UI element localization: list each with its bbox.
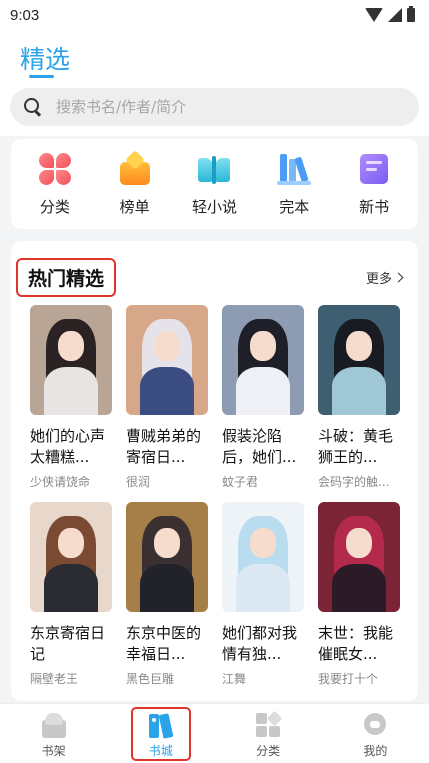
search-section: [0, 80, 429, 136]
book-card[interactable]: 假装沦陷后，她们... 蚊子君: [222, 305, 304, 490]
bookshelf-icon: [277, 152, 312, 186]
category-label: 轻小说: [191, 197, 237, 216]
book-cover: [30, 305, 112, 415]
nav-label: 我的: [363, 744, 388, 758]
category-fenlei[interactable]: 分类: [25, 152, 85, 217]
book-title: 她们的心声太糟糕...: [30, 427, 106, 466]
book-cover: [318, 305, 400, 415]
book-cover: [222, 502, 304, 612]
book-grid: 她们的心声太糟糕... 少侠请饶命 曹贼弟弟的寄宿日... 很润 假装沦陷后，她们...…: [30, 305, 402, 687]
section-header: 热门精选 更多: [16, 241, 404, 305]
profile-nav-icon: [362, 712, 388, 738]
book-cover: [222, 305, 304, 415]
search-icon: [24, 98, 42, 116]
more-label: 更多: [365, 271, 392, 287]
category-light-novel[interactable]: 轻小说: [184, 152, 244, 217]
section-title: 热门精选: [16, 257, 117, 297]
featured-section: 热门精选 更多 她们的心声太糟糕... 少侠请饶命 曹贼弟弟的寄宿日... 很润 假装沦…: [11, 241, 418, 701]
book-card[interactable]: 东京中医的幸福日... 黑色巨雕: [126, 502, 208, 687]
open-book-icon: [197, 152, 231, 186]
category-new-books[interactable]: 新书: [344, 152, 404, 217]
category-finished[interactable]: 完本: [264, 152, 324, 217]
flower-grid-icon: [38, 152, 72, 186]
bottom-nav: 书架 书城 分类 我的: [0, 703, 429, 763]
wifi-icon: [365, 8, 383, 22]
book-cover: [126, 305, 208, 415]
book-cover: [318, 502, 400, 612]
category-label: 完本: [279, 197, 310, 216]
category-label: 分类: [39, 197, 70, 216]
book-title: 假装沦陷后，她们...: [222, 427, 297, 466]
more-link[interactable]: 更多: [365, 268, 404, 287]
category-nav-icon: [255, 710, 283, 738]
ranking-icon: [118, 149, 152, 186]
status-icons: [365, 6, 415, 22]
category-label: 榜单: [119, 197, 150, 216]
book-cover: [126, 502, 208, 612]
book-author: 我要打十个: [318, 672, 379, 686]
nav-label: 书城: [148, 743, 173, 758]
bookstore-nav-icon: [148, 712, 174, 739]
header: 精选: [0, 30, 429, 80]
nav-category[interactable]: 分类: [238, 708, 298, 759]
book-title: 末世：我能催眠女...: [318, 624, 394, 663]
book-title: 曹贼弟弟的寄宿日...: [126, 427, 202, 466]
book-author: 黑色巨雕: [126, 672, 175, 686]
book-author: 江舞: [222, 672, 247, 686]
nav-bookstore[interactable]: 书城: [130, 706, 191, 761]
book-title: 东京寄宿日记: [30, 624, 106, 663]
search-input[interactable]: [56, 98, 356, 116]
nav-label: 分类: [256, 744, 281, 758]
book-author: 少侠请饶命: [30, 475, 91, 489]
nav-profile[interactable]: 我的: [345, 708, 405, 759]
book-card[interactable]: 斗破：黄毛狮王的... 会码字的触...: [318, 305, 400, 490]
category-label: 新书: [359, 197, 390, 216]
status-time: 9:03: [10, 6, 40, 24]
book-card[interactable]: 东京寄宿日记隔壁老王: [30, 502, 112, 687]
nav-bookshelf[interactable]: 书架: [24, 708, 84, 759]
book-title: 东京中医的幸福日...: [126, 624, 202, 663]
battery-icon: [407, 6, 415, 22]
search-bar[interactable]: [10, 88, 419, 126]
book-author: 隔壁老王: [30, 672, 79, 686]
book-card[interactable]: 曹贼弟弟的寄宿日... 很润: [126, 305, 208, 490]
chevron-right-icon: [393, 272, 404, 282]
book-author: 很润: [126, 475, 151, 489]
status-bar: 9:03: [0, 0, 429, 30]
category-shortcuts: 分类 榜单 轻小说 完本 新书: [11, 139, 418, 229]
signal-icon: [388, 8, 402, 22]
new-book-icon: [357, 152, 391, 186]
bookshelf-nav-icon: [41, 712, 67, 738]
book-author: 蚊子君: [222, 475, 259, 489]
nav-label: 书架: [41, 744, 66, 758]
book-cover: [30, 502, 112, 612]
book-title: 她们都对我情有独...: [222, 624, 298, 663]
book-card[interactable]: 末世：我能催眠女... 我要打十个: [318, 502, 400, 687]
book-card[interactable]: 她们的心声太糟糕... 少侠请饶命: [30, 305, 112, 490]
category-bangdan[interactable]: 榜单: [105, 149, 165, 217]
book-card[interactable]: 她们都对我情有独... 江舞: [222, 502, 304, 687]
book-author: 会码字的触...: [318, 475, 390, 489]
title-underline: [29, 75, 54, 78]
page-title[interactable]: 精选: [20, 40, 70, 76]
book-title: 斗破：黄毛狮王的...: [318, 427, 394, 466]
